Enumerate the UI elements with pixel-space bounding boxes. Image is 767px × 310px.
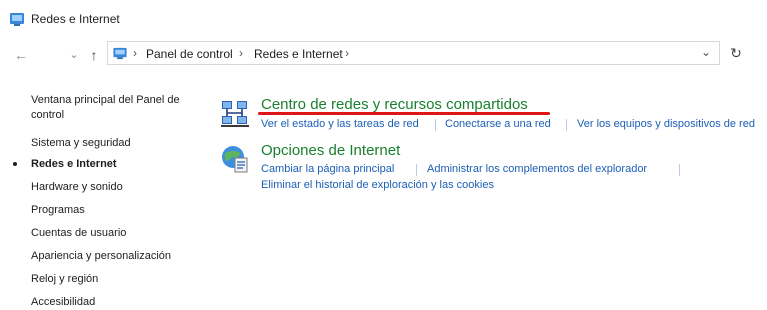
control-panel-icon (113, 47, 127, 60)
title-bar: Redes e Internet (0, 0, 767, 38)
active-bullet-icon (13, 162, 17, 166)
up-arrow-icon[interactable]: ↑ (84, 46, 104, 64)
sidebar-item-programas[interactable]: Programas (31, 203, 85, 218)
network-center-icon[interactable] (220, 98, 250, 128)
link-separator (679, 164, 680, 176)
window-title: Redes e Internet (31, 12, 120, 26)
sidebar-item-hardware-y-sonido[interactable]: Hardware y sonido (31, 180, 123, 195)
link-conectarse-a-una-red[interactable]: Conectarse a una red (445, 118, 551, 130)
breadcrumb-panel-de-control[interactable]: Panel de control (146, 47, 233, 61)
link-ver-estado-tareas-red[interactable]: Ver el estado y las tareas de red (261, 118, 419, 130)
sidebar-item-redes-e-internet[interactable]: Redes e Internet (31, 157, 117, 172)
link-separator (566, 119, 567, 131)
address-dropdown-icon[interactable]: ⌄ (701, 45, 711, 59)
link-ver-equipos-dispositivos-red[interactable]: Ver los equipos y dispositivos de red (577, 118, 755, 130)
sidebar-item-reloj-y-region[interactable]: Reloj y región (31, 272, 98, 287)
sidebar-item-cuentas-de-usuario[interactable]: Cuentas de usuario (31, 226, 126, 241)
link-separator (416, 164, 417, 176)
address-bar[interactable]: › Panel de control › Redes e Internet › … (107, 41, 720, 65)
category-title-opciones-de-internet[interactable]: Opciones de Internet (261, 142, 400, 159)
breadcrumb-redes-e-internet[interactable]: Redes e Internet (254, 47, 343, 61)
annotation-underline (258, 112, 550, 115)
refresh-icon[interactable]: ↻ (727, 44, 745, 62)
link-cambiar-pagina-principal[interactable]: Cambiar la página principal (261, 163, 394, 175)
sidebar-item-ventana-principal[interactable]: Ventana principal del Panel de control (31, 93, 196, 123)
breadcrumb-separator[interactable]: › (133, 46, 137, 60)
internet-options-icon[interactable] (220, 144, 250, 174)
control-panel-icon (10, 13, 24, 26)
breadcrumb-separator[interactable]: › (239, 46, 243, 60)
category-title-centro-de-redes[interactable]: Centro de redes y recursos compartidos (261, 96, 528, 113)
breadcrumb-separator[interactable]: › (345, 46, 349, 60)
sidebar-item-accesibilidad[interactable]: Accesibilidad (31, 295, 95, 310)
back-arrow-icon[interactable]: ← (11, 46, 31, 64)
recent-locations-chevron-icon[interactable]: ⌄ (64, 46, 84, 64)
link-eliminar-historial[interactable]: Eliminar el historial de exploración y l… (261, 179, 494, 191)
sidebar-item-apariencia[interactable]: Apariencia y personalización (31, 249, 171, 264)
sidebar-item-sistema-y-seguridad[interactable]: Sistema y seguridad (31, 136, 131, 151)
link-administrar-complementos[interactable]: Administrar los complementos del explora… (427, 163, 647, 175)
link-separator (435, 119, 436, 131)
